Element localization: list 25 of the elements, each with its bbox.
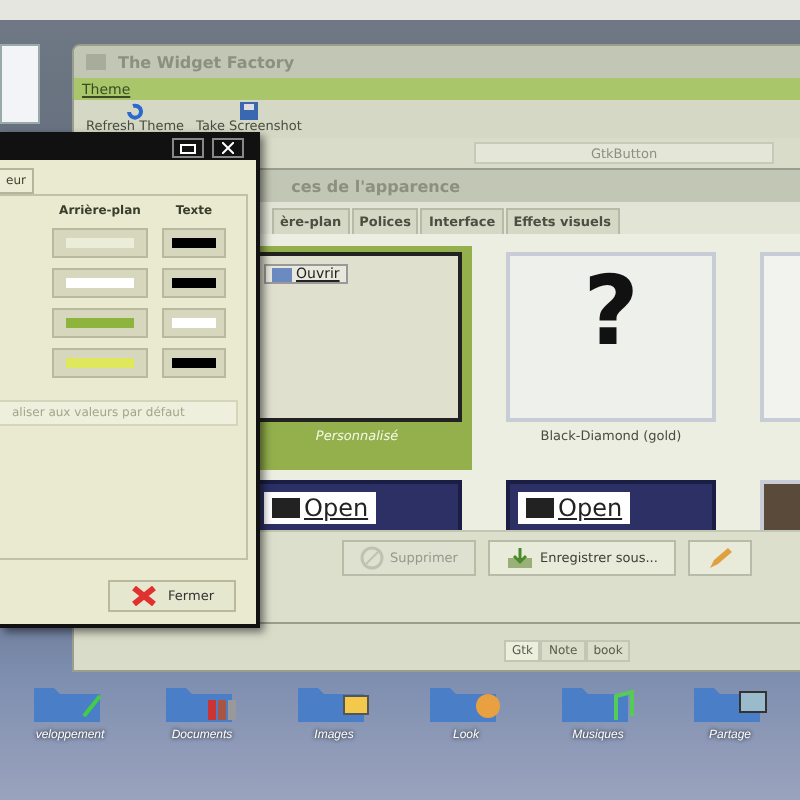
color-button[interactable] xyxy=(52,268,148,298)
color-button[interactable] xyxy=(162,268,226,298)
close-icon xyxy=(130,586,159,606)
open-button[interactable]: Open xyxy=(264,492,377,524)
floppy-icon xyxy=(239,102,258,120)
close-button[interactable] xyxy=(212,138,244,158)
color-button[interactable] xyxy=(52,228,148,258)
theme-card[interactable]: Open xyxy=(496,474,726,530)
color-button[interactable] xyxy=(162,348,226,378)
pencil-icon xyxy=(705,546,734,570)
window-thumbnail[interactable] xyxy=(0,44,40,124)
refresh-icon xyxy=(124,102,147,120)
window-icon xyxy=(86,54,106,70)
color-button[interactable] xyxy=(162,308,226,338)
maximize-icon xyxy=(180,143,196,153)
question-mark: ? xyxy=(583,264,639,360)
no-entry-icon xyxy=(360,546,384,570)
color-button[interactable] xyxy=(52,308,148,338)
close-icon xyxy=(222,142,234,154)
download-icon xyxy=(505,546,534,570)
color-button[interactable] xyxy=(162,228,226,258)
action-button[interactable] xyxy=(687,540,752,576)
open-button[interactable]: Open xyxy=(518,492,631,524)
maximize-button[interactable] xyxy=(172,138,204,158)
color-button[interactable] xyxy=(52,348,148,378)
